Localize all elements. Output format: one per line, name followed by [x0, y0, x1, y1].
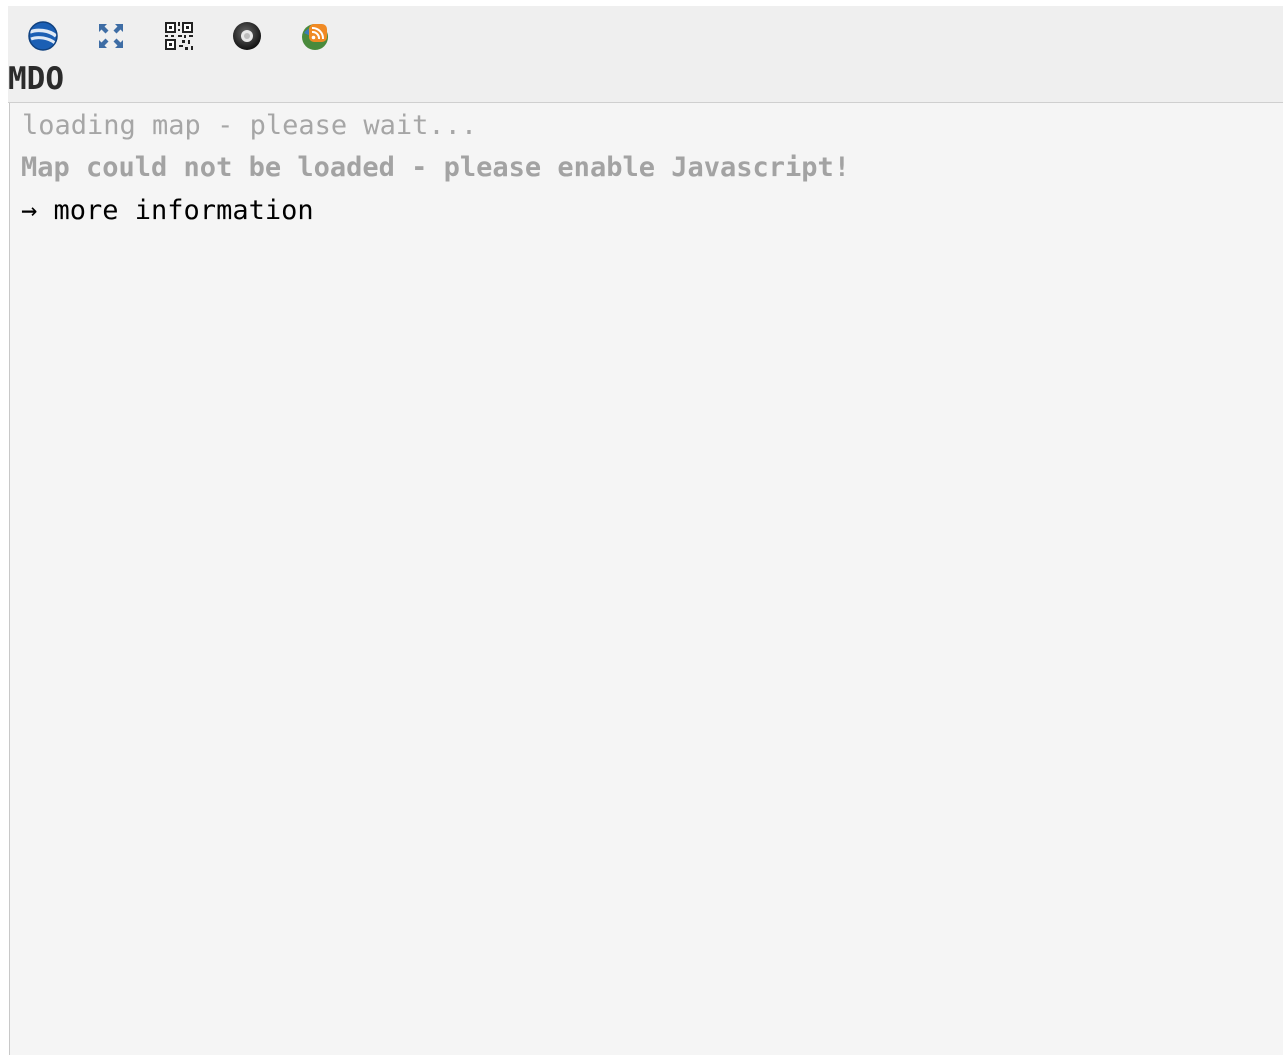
fullscreen-button[interactable] [94, 19, 128, 53]
map-container[interactable]: loading map - please wait... Map could n… [9, 103, 1283, 1055]
more-information-link[interactable]: → more information [21, 194, 314, 228]
qr-code-icon [165, 22, 193, 50]
map-toolbar [26, 16, 366, 56]
map-header: MDO [8, 6, 1283, 102]
page-title: MDO [8, 61, 64, 97]
georss-feed-button[interactable] [298, 19, 332, 53]
google-earth-icon [28, 21, 58, 51]
fullscreen-icon [99, 24, 123, 48]
wikitude-button[interactable] [230, 19, 264, 53]
qr-code-button[interactable] [162, 19, 196, 53]
google-earth-button[interactable] [26, 19, 60, 53]
loading-message: loading map - please wait... [22, 110, 478, 141]
georss-feed-icon [302, 24, 328, 50]
wikitude-icon [233, 22, 261, 50]
javascript-warning: Map could not be loaded - please enable … [21, 152, 851, 183]
